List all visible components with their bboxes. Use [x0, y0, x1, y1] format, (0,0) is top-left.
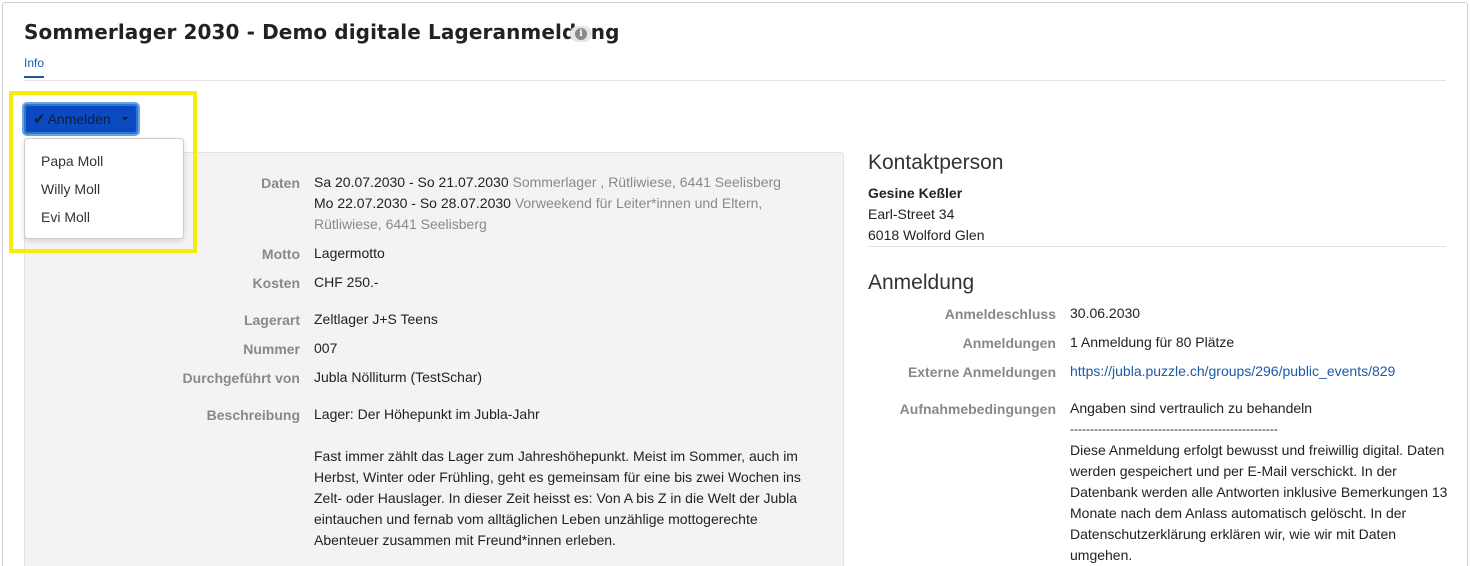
durchgefuehrt-value: Jubla Nölliturm (TestSchar)	[314, 369, 483, 385]
motto-label: Motto	[261, 246, 300, 262]
contact-heading: Kontaktperson	[868, 151, 1004, 174]
registration-heading: Anmeldung	[868, 271, 975, 294]
beschreibung-label: Beschreibung	[206, 407, 300, 423]
deadline-value: 30.06.2030	[1070, 305, 1141, 321]
date-entry: Sa 20.07.2030 - So 21.07.2030 Sommerlage…	[314, 172, 814, 193]
durchgefuehrt-label: Durchgeführt von	[182, 370, 300, 386]
contact-city: 6018 Wolford Glen	[868, 227, 985, 243]
conditions-body: Diese Anmeldung erfolgt bewusst und frei…	[1070, 442, 1448, 563]
external-registration-link[interactable]: https://jubla.puzzle.ch/groups/296/publi…	[1070, 361, 1395, 382]
conditions-line: Angaben sind vertraulich zu behandeln	[1070, 400, 1313, 416]
conditions-separator: ----------------------------------------…	[1070, 422, 1278, 436]
info-circle-icon: i	[575, 28, 587, 40]
register-button-face[interactable]: ✔ Anmelden	[26, 106, 136, 132]
nummer-label: Nummer	[243, 341, 300, 357]
check-icon: ✔	[33, 111, 46, 128]
contact-name[interactable]: Gesine Keßler	[868, 183, 984, 204]
lagerart-value: Zeltlager J+S Teens	[314, 311, 438, 327]
menu-item-willy-moll[interactable]: Willy Moll	[25, 175, 183, 203]
date-entry: Mo 22.07.2030 - So 28.07.2030 Vorweekend…	[314, 193, 814, 214]
kosten-value: CHF 250.-	[314, 274, 379, 290]
info-icon[interactable]: i	[570, 26, 592, 42]
count-value: 1 Anmeldung für 80 Plätze	[1070, 334, 1235, 350]
motto-value: Lagermotto	[314, 245, 385, 261]
deadline-label: Anmeldeschluss	[944, 306, 1056, 322]
beschreibung-text: Fast immer zählt das Lager zum Jahreshöh…	[314, 448, 801, 548]
kosten-label: Kosten	[252, 275, 300, 291]
register-button[interactable]: ✔ Anmelden	[22, 102, 140, 136]
date-desc: Sommerlager , Rütliwiese, 6441 Seelisber…	[512, 174, 781, 190]
beschreibung-title: Lager: Der Höhepunkt im Jubla-Jahr	[314, 406, 540, 422]
external-label: Externe Anmeldungen	[907, 364, 1056, 380]
conditions-label: Aufnahmebedingungen	[899, 401, 1056, 417]
menu-item-papa-moll[interactable]: Papa Moll	[25, 147, 183, 175]
caret-down-icon	[122, 117, 128, 121]
section-divider	[868, 246, 1446, 247]
conditions-text: Angaben sind vertraulich zu behandeln --…	[1070, 398, 1450, 566]
date-range: Mo 22.07.2030 - So 28.07.2030	[314, 195, 511, 211]
dates-list: Sa 20.07.2030 - So 21.07.2030 Sommerlage…	[314, 172, 814, 235]
menu-item-evi-moll[interactable]: Evi Moll	[25, 203, 183, 231]
count-label: Anmeldungen	[962, 335, 1056, 351]
nummer-value: 007	[314, 340, 338, 356]
contact-block: Gesine Keßler Earl-Street 34 6018 Wolfor…	[868, 183, 984, 246]
register-dropdown-menu: Papa Moll Willy Moll Evi Moll	[24, 138, 184, 239]
register-button-label: Anmelden	[47, 111, 111, 127]
page-title: Sommerlager 2030 - Demo digitale Lageran…	[24, 20, 620, 44]
date-desc-cont: Rütliwiese, 6441 Seelisberg	[314, 216, 487, 232]
tab-divider	[24, 80, 1446, 81]
date-range: Sa 20.07.2030 - So 21.07.2030	[314, 174, 509, 190]
daten-label: Daten	[261, 175, 300, 191]
tab-info[interactable]: Info	[24, 56, 45, 78]
date-desc: Vorweekend für Leiter*innen und Eltern,	[514, 195, 763, 211]
lagerart-label: Lagerart	[243, 312, 300, 328]
contact-street: Earl-Street 34	[868, 206, 955, 222]
